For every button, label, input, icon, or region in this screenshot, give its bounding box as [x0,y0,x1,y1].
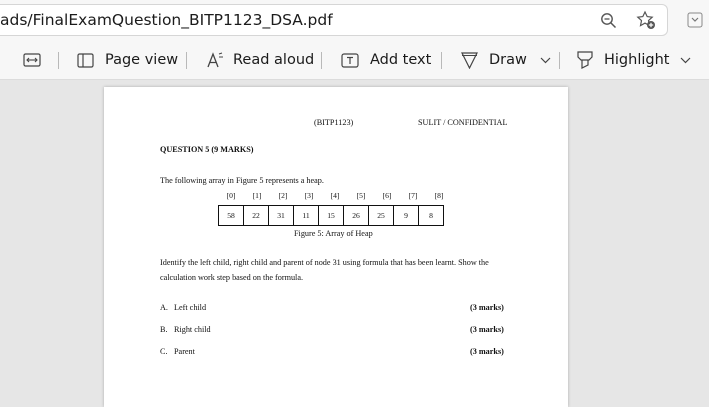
question-intro: The following array in Figure 5 represen… [160,176,324,185]
read-aloud-icon [205,51,225,69]
part-label: A. [160,303,168,312]
toolbar-separator [559,52,560,69]
fit-width-icon[interactable] [22,51,42,69]
toolbar-separator [441,52,442,69]
part-marks: (3 marks) [470,347,504,356]
array-cell: 11 [293,205,319,226]
zoom-icon[interactable] [598,10,618,30]
part-marks: (3 marks) [470,325,504,334]
page-view-icon [76,52,94,68]
course-code: (BITP1123) [314,118,354,127]
part-marks: (3 marks) [470,303,504,312]
toolbar-separator [186,52,187,69]
array-cell: 9 [393,205,419,226]
add-favorite-icon[interactable] [635,9,657,31]
draw-pen-icon [460,51,478,69]
question-title: QUESTION 5 (9 MARKS) [160,145,254,154]
array-index: [3] [304,191,314,200]
read-aloud-label: Read aloud [233,52,315,68]
pdf-page: (BITP1123) SULIT / CONFIDENTIAL QUESTION… [104,87,568,407]
highlighter-icon [576,51,593,69]
array-cell: 15 [318,205,344,226]
array-index: [6] [382,191,392,200]
part-label: B. [160,325,168,334]
array-index: [0] [226,191,236,200]
highlight-chevron-down-icon[interactable] [678,54,692,66]
page-view-label: Page view [105,52,179,68]
draw-button[interactable]: Draw [460,40,527,80]
array-cell: 31 [268,205,294,226]
add-text-button[interactable]: Add text [340,40,431,80]
array-index: [7] [408,191,418,200]
toolbar-separator [58,52,59,69]
classification-label: SULIT / CONFIDENTIAL [418,118,508,127]
text-box-icon [340,52,359,68]
toolbar-separator [321,52,322,69]
part-label: C. [160,347,168,356]
array-cell: 26 [343,205,369,226]
array-cell: 8 [418,205,444,226]
draw-label: Draw [489,52,527,68]
extension-icon[interactable] [686,11,704,29]
url-text[interactable]: ads/FinalExamQuestion_BITP1123_DSA.pdf [0,11,333,29]
array-index: [2] [278,191,288,200]
heap-array-table: 58 22 31 11 15 26 25 9 8 [218,205,444,226]
array-index: [8] [434,191,444,200]
page-view-button[interactable]: Page view [76,40,178,80]
instruction-line-2: calculation work step based on the formu… [160,273,304,282]
highlight-label: Highlight [604,52,670,68]
figure-caption: Figure 5: Array of Heap [294,229,373,238]
array-cell: 25 [368,205,394,226]
part-text: Left child [174,303,207,312]
heap-array-row: 58 22 31 11 15 26 25 9 8 [218,205,444,226]
array-cell: 58 [218,205,244,226]
pdf-toolbar: Page view Read aloud Add text Draw Highl… [0,40,709,80]
array-cell: 22 [243,205,269,226]
highlight-button[interactable]: Highlight [576,40,669,80]
pdf-viewer[interactable]: (BITP1123) SULIT / CONFIDENTIAL QUESTION… [0,80,709,407]
draw-chevron-down-icon[interactable] [538,54,552,66]
add-text-label: Add text [370,52,432,68]
address-bar: ads/FinalExamQuestion_BITP1123_DSA.pdf [0,0,709,40]
array-index: [4] [330,191,340,200]
instruction-line-1: Identify the left child, right child and… [160,258,489,267]
part-text: Parent [174,347,195,356]
array-index: [1] [252,191,262,200]
part-text: Right child [174,325,211,334]
url-field[interactable]: ads/FinalExamQuestion_BITP1123_DSA.pdf [0,4,668,36]
read-aloud-button[interactable]: Read aloud [205,40,314,80]
array-index: [5] [356,191,366,200]
